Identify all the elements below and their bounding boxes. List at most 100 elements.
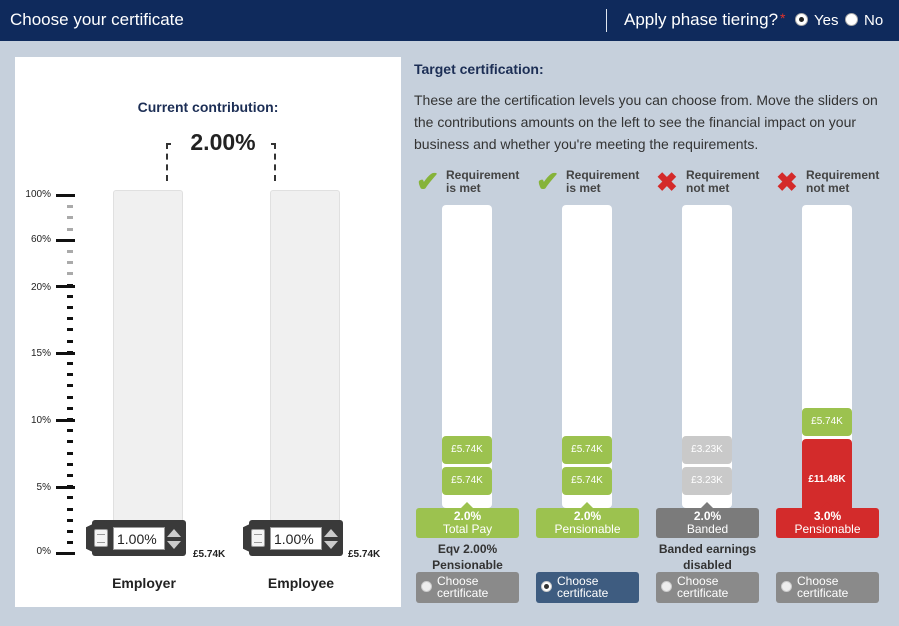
header-divider: [606, 9, 607, 32]
spinner-down-icon[interactable]: [167, 541, 181, 549]
scale-tick: [67, 406, 73, 410]
scale-tick: [67, 384, 73, 388]
grip-icon[interactable]: [94, 529, 108, 547]
requirement-text: Requirement is met: [566, 168, 640, 195]
spinner-up-icon[interactable]: [167, 529, 181, 537]
employer-amount-block: £5.74K: [802, 408, 852, 436]
current-contribution-value: 2.00%: [190, 129, 256, 155]
current-contribution-title: Current contribution:: [137, 99, 279, 115]
certificate-card-pensionable: ✔ Requirement is met £5.74K £5.74K 2.0% Pe…: [536, 168, 646, 608]
check-icon: ✔: [536, 166, 560, 197]
certificate-card-total-pay: ✔ Requirement is met £5.74K £5.74K 2.0% To…: [416, 168, 526, 608]
scale-label: 100%: [25, 189, 51, 200]
scale-label: 15%: [30, 348, 51, 359]
scale-tick: [67, 272, 73, 276]
scale-label: 0%: [36, 546, 51, 557]
requirement-status: ✖ Requirement not met: [656, 168, 776, 198]
tiering-yes-label[interactable]: Yes: [814, 12, 838, 29]
scale-major-tick: [56, 194, 75, 197]
tiering-no-radio[interactable]: [845, 13, 858, 26]
spinner-down-icon[interactable]: [324, 541, 338, 549]
scale-tick: [67, 205, 73, 209]
scale-label: 20%: [30, 282, 51, 293]
employee-amount-block: £5.74K: [562, 467, 612, 495]
requirement-text: Requirement not met: [686, 168, 760, 195]
employer-amount-block: £5.74K: [442, 436, 492, 464]
check-icon: ✔: [416, 166, 440, 197]
radio-icon[interactable]: [421, 581, 432, 592]
employer-slider-handle[interactable]: [86, 516, 186, 560]
certificate-note: Eqv 2.00% Pensionable: [432, 542, 503, 572]
scale-tick: [67, 440, 73, 444]
scale-tick: [67, 518, 73, 522]
scale-tick: [67, 328, 73, 332]
employer-track: [113, 190, 183, 553]
tiering-no-label[interactable]: No: [864, 12, 883, 29]
contribution-panel: Current contribution: 2.00% 100% 60% 20%…: [15, 57, 401, 607]
scale-major-tick: [56, 486, 75, 489]
employer-contribution-input[interactable]: [113, 527, 165, 550]
employer-amount: £5.74K: [193, 549, 226, 560]
scale-label: 10%: [30, 415, 51, 426]
target-certification-description: These are the certification levels you c…: [414, 92, 878, 152]
employee-amount-block: £5.74K: [442, 467, 492, 495]
scale-label: 5%: [36, 482, 51, 493]
certificate-level-badge: 3.0% Pensionable: [776, 502, 879, 538]
requirement-text: Requirement not met: [806, 168, 880, 195]
choose-certificate-button[interactable]: Choose certificate: [536, 572, 639, 603]
employee-amount-block: £3.23K: [682, 467, 732, 495]
grip-icon[interactable]: [251, 529, 265, 547]
scale-tick: [67, 474, 73, 477]
certificate-card-banded: ✖ Requirement not met £3.23K £3.23K 2.0% B…: [656, 168, 766, 608]
bracket-left: [166, 143, 171, 181]
scale-tick: [67, 496, 73, 500]
scale-tick: [67, 530, 73, 533]
certificate-level-badge: 2.0% Pensionable: [536, 502, 639, 538]
employer-label: Employer: [112, 575, 176, 591]
tiering-yes-radio[interactable]: [795, 13, 808, 26]
employee-contribution-input[interactable]: [270, 527, 322, 550]
bracket-right: [271, 143, 276, 181]
scale-major-tick: [56, 419, 75, 422]
spinner-up-icon[interactable]: [324, 529, 338, 537]
scale-major-tick: [56, 552, 75, 555]
page-title: Choose your certificate: [10, 10, 184, 29]
scale-tick: [67, 306, 73, 309]
choose-certificate-button[interactable]: Choose certificate: [416, 572, 519, 603]
scale-tick: [67, 227, 73, 231]
radio-icon[interactable]: [541, 581, 552, 592]
requirement-status: ✔ Requirement is met: [416, 168, 536, 198]
tiering-question: Apply phase tiering? *: [624, 10, 786, 30]
scale-tick: [67, 541, 73, 545]
required-mark: *: [780, 10, 786, 26]
scale-major-tick: [56, 285, 75, 288]
employer-amount-block: £5.74K: [562, 436, 612, 464]
radio-icon[interactable]: [781, 581, 792, 592]
scale-tick: [67, 507, 73, 511]
scale-label: 60%: [30, 234, 51, 245]
employee-track: [270, 190, 340, 553]
scale-tick: [67, 294, 73, 298]
employer-amount-block: £3.23K: [682, 436, 732, 464]
requirement-text: Requirement is met: [446, 168, 520, 195]
choose-certificate-button[interactable]: Choose certificate: [776, 572, 879, 603]
requirement-status: ✖ Requirement not met: [776, 168, 896, 198]
scale-tick: [67, 339, 73, 343]
scale-major-tick: [56, 352, 75, 355]
scale-tick: [67, 250, 73, 253]
requirement-status: ✔ Requirement is met: [536, 168, 656, 198]
tiering-question-label: Apply phase tiering?: [624, 10, 779, 29]
certificate-level-badge: 2.0% Banded: [656, 502, 759, 538]
scale-tick: [67, 429, 73, 433]
scale-tick: [67, 216, 73, 220]
cross-icon: ✖: [656, 167, 678, 197]
scale-tick: [67, 261, 73, 265]
scale-tick: [67, 462, 73, 466]
header-bar: Choose your certificate Apply phase tier…: [0, 0, 899, 41]
choose-certificate-button[interactable]: Choose certificate: [656, 572, 759, 603]
radio-icon[interactable]: [661, 581, 672, 592]
cross-icon: ✖: [776, 167, 798, 197]
certificate-note: Banded earnings disabled: [658, 542, 757, 572]
scale-tick: [67, 373, 73, 377]
employee-slider-handle[interactable]: [243, 516, 343, 560]
